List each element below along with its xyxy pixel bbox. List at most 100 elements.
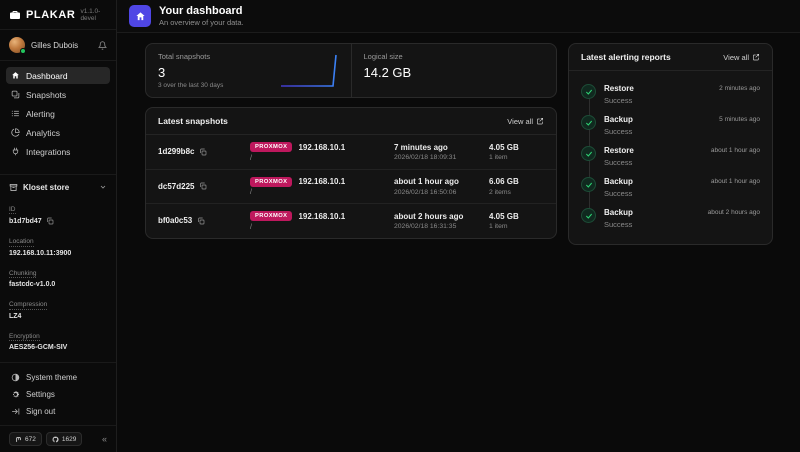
- stats-card: Total snapshots 3 3 over the last 30 day…: [145, 43, 557, 98]
- sidebar-item-snapshots[interactable]: Snapshots: [6, 86, 110, 103]
- nav-label: Dashboard: [26, 71, 68, 81]
- mastodon-icon: [15, 436, 22, 443]
- store-field-label: Encryption: [9, 333, 40, 342]
- alert-time: about 2 hours ago: [708, 208, 760, 229]
- footer-nav-label: Sign out: [26, 407, 55, 416]
- table-row[interactable]: dc57d225 PROXMOX 192.168.10.1 / about 1 …: [146, 170, 556, 205]
- chevron-down-icon[interactable]: [99, 183, 107, 191]
- store-icon: [9, 183, 18, 192]
- store-field-label: ID: [9, 206, 16, 215]
- page-title: Your dashboard: [159, 5, 244, 18]
- snapshot-items: 2 items: [489, 189, 544, 196]
- content: Total snapshots 3 3 over the last 30 day…: [117, 33, 800, 452]
- list-item[interactable]: Backup Success 5 minutes ago: [581, 110, 760, 141]
- source-badge: PROXMOX: [250, 211, 292, 221]
- source-host: 192.168.10.1: [298, 212, 345, 221]
- store-field-value: LZ4: [9, 313, 21, 320]
- source-badge: PROXMOX: [250, 177, 292, 187]
- mastodon-badge[interactable]: 672: [9, 432, 42, 446]
- list-item[interactable]: Restore Success about 1 hour ago: [581, 141, 760, 172]
- store-field-encryption: Encryption AES256-GCM-SIV: [9, 325, 107, 352]
- panel-title: Latest alerting reports: [581, 52, 671, 62]
- system-theme-button[interactable]: System theme: [6, 369, 110, 385]
- store-field-label: Compression: [9, 301, 47, 310]
- footer-nav-label: System theme: [26, 373, 77, 382]
- page-header-text: Your dashboard An overview of your data.: [159, 5, 244, 27]
- snapshots-view-all-link[interactable]: View all: [507, 117, 544, 126]
- store-field-value: fastcdc-v1.0.0: [9, 281, 55, 288]
- store-field-compression: Compression LZ4: [9, 293, 107, 320]
- app-name: PLAKAR: [26, 9, 75, 21]
- alert-status: Success: [604, 96, 634, 105]
- list-item[interactable]: Backup Success about 2 hours ago: [581, 203, 760, 234]
- list-item[interactable]: Backup Success about 1 hour ago: [581, 172, 760, 203]
- timestamp: 2026/02/18 16:50:06: [394, 189, 489, 196]
- snapshot-size: 6.06 GB: [489, 177, 544, 186]
- snapshots-panel-header: Latest snapshots View all: [146, 108, 556, 135]
- nav-label: Integrations: [26, 147, 70, 157]
- sidebar: PLAKAR v1.1.0-devel Gilles Dubois Dashbo…: [0, 0, 117, 452]
- gear-icon: [11, 390, 20, 399]
- user-name: Gilles Dubois: [31, 41, 78, 50]
- source-badge: PROXMOX: [250, 142, 292, 152]
- sidebar-item-integrations[interactable]: Integrations: [6, 143, 110, 160]
- plakar-logo-icon: [9, 9, 21, 21]
- success-check-icon: [581, 146, 596, 161]
- snapshot-size: 4.05 GB: [489, 143, 544, 152]
- kloset-store-section: Kloset store ID b1d7bd47 Location 192.16…: [0, 174, 116, 363]
- alerting-list-icon: [11, 109, 20, 118]
- relative-time: 7 minutes ago: [394, 143, 489, 152]
- sign-out-button[interactable]: Sign out: [6, 403, 110, 419]
- source-path: /: [250, 224, 394, 231]
- github-count: 1629: [62, 436, 76, 443]
- collapse-sidebar-icon[interactable]: «: [102, 434, 107, 444]
- alerts-panel-header: Latest alerting reports View all: [569, 44, 772, 71]
- success-check-icon: [581, 115, 596, 130]
- snapshot-id: bf0a0c53: [158, 216, 192, 225]
- latest-alerting-panel: Latest alerting reports View all Restore…: [568, 43, 773, 245]
- copy-icon[interactable]: [199, 148, 207, 156]
- success-check-icon: [581, 177, 596, 192]
- table-row[interactable]: bf0a0c53 PROXMOX 192.168.10.1 / about 2 …: [146, 204, 556, 238]
- copy-icon[interactable]: [46, 217, 54, 225]
- settings-button[interactable]: Settings: [6, 386, 110, 402]
- alert-type: Backup: [604, 208, 633, 217]
- relative-time: about 2 hours ago: [394, 212, 489, 221]
- snapshot-size: 4.05 GB: [489, 212, 544, 221]
- alert-type: Backup: [604, 115, 633, 124]
- copy-icon[interactable]: [197, 217, 205, 225]
- stat-logical-size: Logical size 14.2 GB: [351, 44, 557, 97]
- source-path: /: [250, 189, 394, 196]
- user-row[interactable]: Gilles Dubois: [0, 30, 116, 61]
- analytics-pie-icon: [11, 128, 20, 137]
- snapshot-items: 1 item: [489, 154, 544, 161]
- page-subtitle: An overview of your data.: [159, 18, 244, 27]
- right-column: Latest alerting reports View all Restore…: [568, 43, 773, 245]
- timestamp: 2026/02/18 16:31:35: [394, 223, 489, 230]
- alerts-list: Restore Success 2 minutes ago Backup Suc…: [569, 71, 772, 244]
- external-link-icon: [752, 53, 760, 61]
- bell-icon[interactable]: [98, 41, 107, 50]
- sidebar-item-alerting[interactable]: Alerting: [6, 105, 110, 122]
- store-field-chunking: Chunking fastcdc-v1.0.0: [9, 262, 107, 289]
- sidebar-item-analytics[interactable]: Analytics: [6, 124, 110, 141]
- kloset-store-header[interactable]: Kloset store: [9, 183, 107, 192]
- store-field-location: Location 192.168.10.11:3900: [9, 230, 107, 257]
- list-item[interactable]: Restore Success 2 minutes ago: [581, 79, 760, 110]
- alerts-view-all-link[interactable]: View all: [723, 53, 760, 62]
- view-all-label: View all: [507, 117, 533, 126]
- copy-icon[interactable]: [199, 182, 207, 190]
- snapshots-icon: [11, 90, 20, 99]
- plug-icon: [11, 147, 20, 156]
- store-field-label: Location: [9, 238, 34, 247]
- source-path: /: [250, 155, 394, 162]
- github-badge[interactable]: 1629: [46, 432, 82, 446]
- stat-label: Logical size: [364, 52, 545, 61]
- left-column: Total snapshots 3 3 over the last 30 day…: [145, 43, 557, 239]
- avatar[interactable]: [9, 37, 25, 53]
- sidebar-spacer: [0, 166, 116, 174]
- table-row[interactable]: 1d299b8c PROXMOX 192.168.10.1 / 7 minute…: [146, 135, 556, 170]
- alert-time: about 1 hour ago: [711, 146, 760, 167]
- alert-status: Success: [604, 189, 633, 198]
- sidebar-item-dashboard[interactable]: Dashboard: [6, 67, 110, 84]
